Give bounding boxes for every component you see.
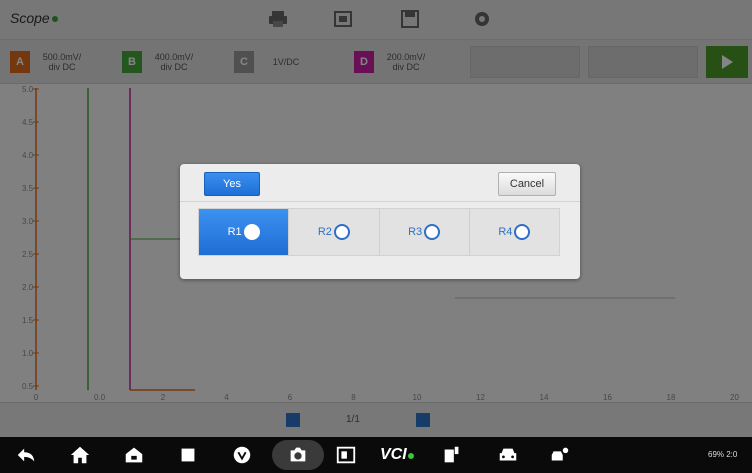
system-nav-bar: VCI 69% 2:0 — [0, 437, 752, 473]
status-indicators: 69% 2:0 — [708, 450, 738, 459]
option-r2[interactable]: R2 — [289, 209, 380, 255]
car-icon[interactable] — [496, 443, 520, 467]
option-group: R1 R2 R3 R4 — [198, 208, 560, 256]
vci-status[interactable]: VCI — [380, 446, 414, 464]
select-dialog: Yes Cancel R1 R2 R3 R4 — [180, 164, 580, 279]
cancel-button[interactable]: Cancel — [498, 172, 556, 196]
radio-icon — [333, 224, 350, 240]
radio-icon — [514, 224, 531, 240]
browser-icon[interactable] — [230, 443, 254, 467]
option-label: R1 — [227, 226, 242, 238]
option-r4[interactable]: R4 — [470, 209, 559, 255]
option-label: R3 — [408, 226, 423, 238]
option-label: R4 — [498, 226, 513, 238]
radio-icon — [243, 224, 260, 240]
option-r1[interactable]: R1 — [199, 209, 290, 255]
autel-home-icon[interactable] — [122, 443, 146, 467]
remote-expert-icon[interactable] — [548, 443, 572, 467]
back-icon[interactable] — [14, 443, 38, 467]
camera-icon[interactable] — [286, 443, 310, 467]
radio-icon — [424, 224, 441, 240]
dialog-header: Yes Cancel — [180, 164, 580, 202]
vehicle-diagnostic-icon[interactable] — [440, 443, 464, 467]
vci-connected-icon — [407, 453, 414, 459]
yes-button[interactable]: Yes — [204, 172, 260, 196]
screen-record-icon[interactable] — [334, 443, 358, 467]
home-icon[interactable] — [68, 443, 92, 467]
option-r3[interactable]: R3 — [380, 209, 470, 255]
recent-apps-icon[interactable] — [176, 443, 200, 467]
option-label: R2 — [317, 226, 332, 238]
